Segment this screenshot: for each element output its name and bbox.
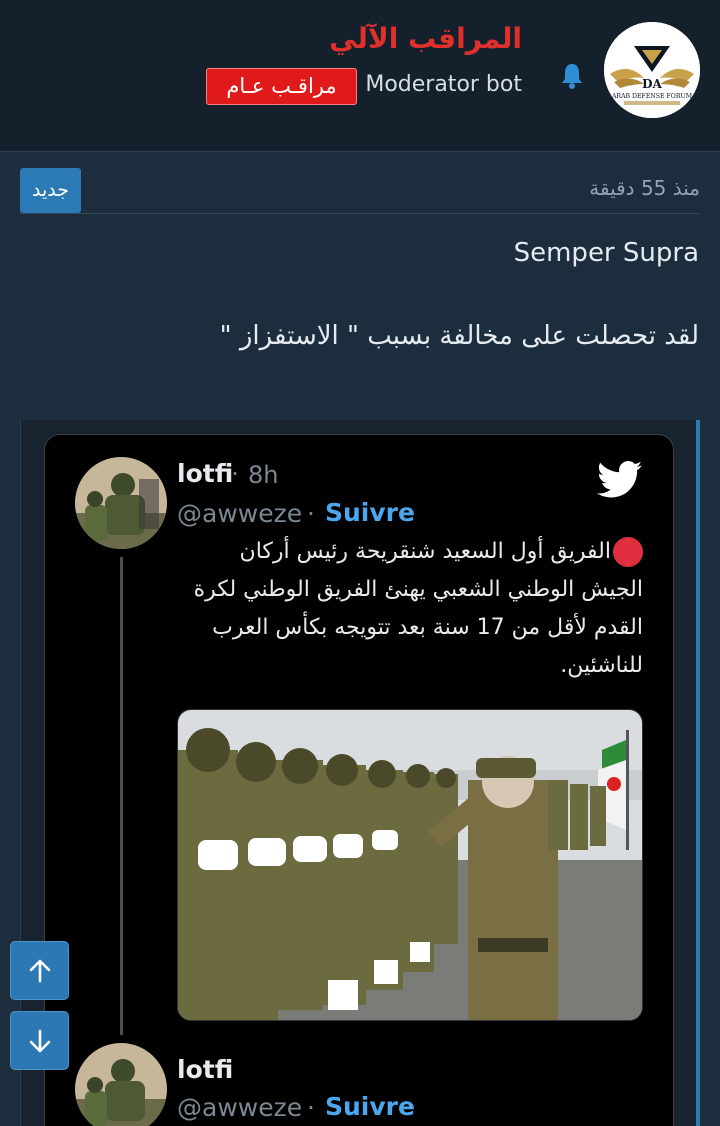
tweet-separator: · — [231, 459, 239, 488]
post-header: DA ARAB DEFENSE FORUM المراقب الآلي Mode… — [0, 0, 720, 152]
tweet-text: الفريق أول السعيد شنقريحة رئيس أركان الج… — [183, 533, 643, 685]
post-timestamp[interactable]: منذ 55 دقيقة — [589, 176, 700, 200]
tweet-author-name[interactable]: lotfi — [177, 459, 233, 488]
post-body-line-1: Semper Supra — [513, 238, 699, 268]
follow-button[interactable]: Suivre — [325, 498, 415, 527]
scroll-down-button[interactable] — [10, 1011, 69, 1070]
user-avatar[interactable]: DA ARAB DEFENSE FORUM — [604, 22, 700, 118]
tweet-time[interactable]: 8h — [248, 461, 278, 489]
twitter-bird-icon[interactable] — [597, 461, 643, 499]
tweet-separator: · — [307, 499, 315, 528]
forum-logo: DA ARAB DEFENSE FORUM — [604, 22, 700, 118]
arrow-up-icon — [29, 959, 51, 983]
tweet-avatar-image — [75, 457, 167, 549]
tweet-author-name[interactable]: lotfi — [177, 1055, 233, 1084]
tweet-photo-image — [178, 710, 642, 1020]
role-badge: مراقـب عـام — [206, 68, 357, 105]
tweet-avatar[interactable] — [75, 1043, 167, 1126]
bell-icon[interactable] — [560, 62, 584, 90]
username[interactable]: المراقب الآلي — [329, 22, 522, 55]
red-circle-icon — [613, 537, 643, 567]
tweet-text-content: الفريق أول السعيد شنقريحة رئيس أركان الج… — [193, 539, 643, 678]
tweet-photo[interactable] — [177, 709, 643, 1021]
tweet-handle[interactable]: @awweze — [177, 1093, 302, 1122]
tweet-avatar-image — [75, 1043, 167, 1126]
post-meta: جديد منذ 55 دقيقة — [20, 166, 700, 214]
follow-button[interactable]: Suivre — [325, 1092, 415, 1121]
tweet-handle[interactable]: @awweze — [177, 499, 302, 528]
tweet-avatar[interactable] — [75, 457, 167, 549]
arrow-down-icon — [29, 1029, 51, 1053]
thread-line — [120, 557, 123, 1035]
thread-page: DA ARAB DEFENSE FORUM المراقب الآلي Mode… — [0, 0, 720, 1126]
logo-text-top: DA — [642, 77, 662, 91]
scroll-up-button[interactable] — [10, 941, 69, 1000]
post-body-line-2: لقد تحصلت على مخالفة بسبب " الاستفزاز " — [219, 321, 699, 351]
embedded-media: lotfi · 8h @awweze · Suivre الفريق أول ا… — [20, 420, 700, 1126]
user-title: Moderator bot — [365, 72, 522, 97]
tweet-separator: · — [307, 1093, 315, 1122]
new-badge: جديد — [20, 168, 81, 213]
logo-text-bottom: ARAB DEFENSE FORUM — [611, 93, 693, 100]
tweet-card[interactable]: lotfi · 8h @awweze · Suivre الفريق أول ا… — [44, 434, 674, 1126]
